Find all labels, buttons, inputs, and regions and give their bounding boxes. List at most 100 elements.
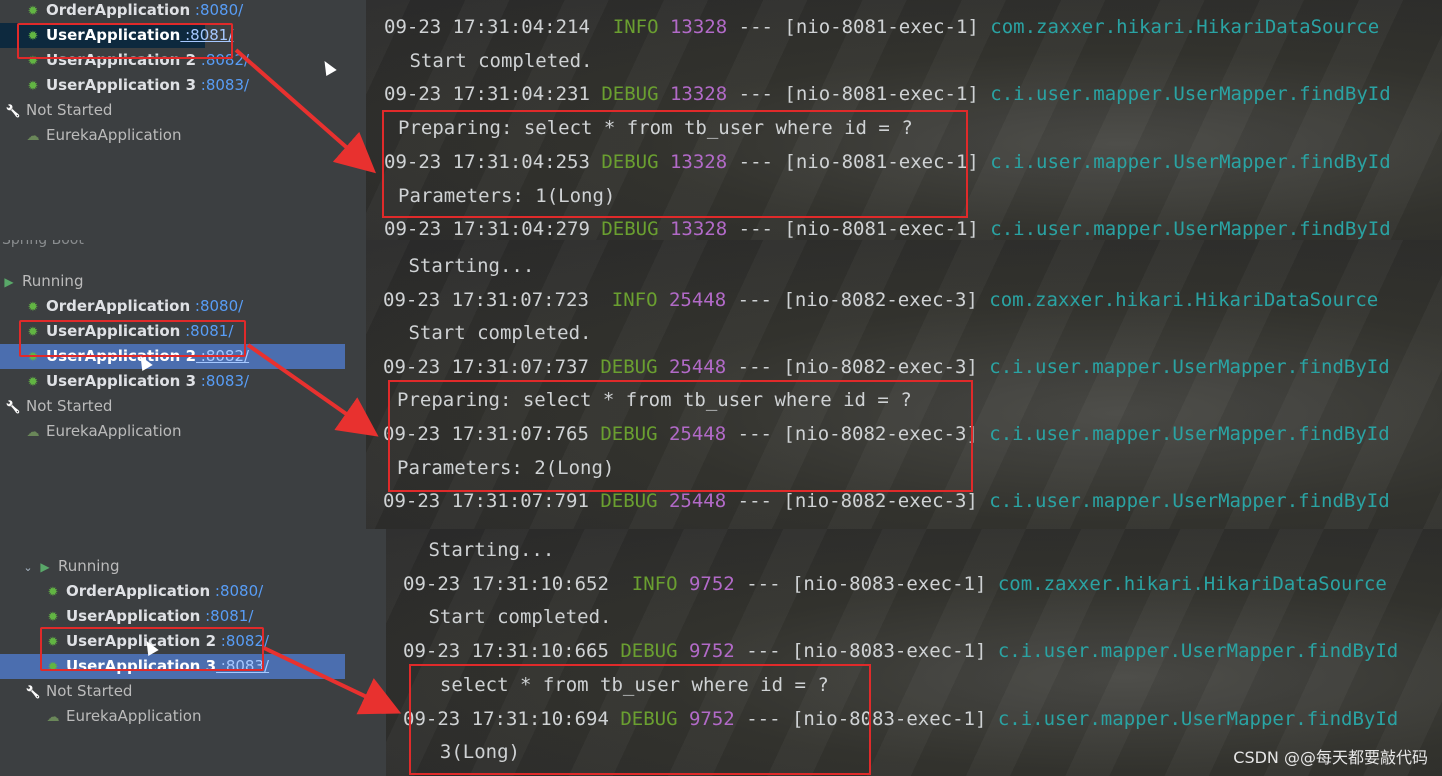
bug-icon: ✹ <box>27 4 39 19</box>
tree-item-orderapplication[interactable]: ✹ OrderApplication :8080/ <box>24 0 244 23</box>
log-logger: c.i.user.mapper.UserMapper.findById <box>978 150 1391 173</box>
log-message: Starting... <box>397 255 535 277</box>
wrench-icon: 🔧 <box>5 400 21 414</box>
tree-selection-highlight <box>17 23 233 59</box>
log-entry: 09-23 17:31:10:652 INFO 9752 --- [nio-80… <box>403 572 1387 596</box>
log-pid: 9752 <box>677 640 735 663</box>
run-icon: ▶ <box>40 560 50 574</box>
tree-item-eurekaapplication[interactable]: ☁ EurekaApplication <box>24 123 182 148</box>
tree-item-orderapplication[interactable]: ✹ OrderApplication :8080/ <box>44 579 264 604</box>
log-thread: [nio-8081-exec-1] <box>784 16 979 38</box>
tree-item-not-started[interactable]: 🔧 Not Started <box>24 679 133 704</box>
log-separator: --- <box>726 288 784 311</box>
log-separator: --- <box>727 16 785 38</box>
port-link[interactable]: :8080/ <box>190 297 243 315</box>
eureka-icon: ☁ <box>46 710 60 725</box>
log-thread: [nio-8082-exec-3] <box>783 288 978 311</box>
log-pid: 13328 <box>658 16 728 38</box>
wrench-icon: 🔧 <box>25 685 41 699</box>
port-link[interactable]: :8081/ <box>200 607 253 625</box>
console-highlight-box <box>388 380 973 492</box>
tree-item-userapplication-3[interactable]: ✹ UserApplication 3 :8083/ <box>24 369 250 394</box>
log-pid: 25448 <box>657 288 727 311</box>
bug-icon: ✹ <box>27 79 39 94</box>
log-entry: 09-23 17:31:04:214 INFO 13328 --- [nio-8… <box>384 15 1379 39</box>
tree-item-userapplication[interactable]: ✹ UserApplication :8081/ <box>44 604 254 629</box>
log-level: INFO <box>589 16 659 38</box>
bug-icon: ✹ <box>27 375 39 390</box>
wrench-icon: 🔧 <box>5 104 21 118</box>
log-timestamp: 09-23 17:31:04:279 <box>384 218 590 241</box>
app-name-label: EurekaApplication <box>46 422 182 440</box>
tree-item-orderapplication[interactable]: ✹ OrderApplication :8080/ <box>24 294 244 319</box>
log-timestamp: 09-23 17:31:07:737 <box>383 355 589 378</box>
log-pid: 13328 <box>658 83 728 106</box>
tree-row-running[interactable]: ▶ Running <box>0 269 83 294</box>
log-pid: 25448 <box>657 355 727 378</box>
log-timestamp: 09-23 17:31:04:214 <box>384 16 590 38</box>
app-name-label: EurekaApplication <box>46 126 182 144</box>
port-link[interactable]: :8080/ <box>210 582 263 600</box>
app-name-label: Not Started <box>26 101 113 119</box>
log-level: DEBUG <box>588 355 658 378</box>
log-separator: --- <box>734 572 792 595</box>
log-level: DEBUG <box>589 218 659 241</box>
app-name-label: UserApplication <box>66 607 201 625</box>
tree-row-running[interactable]: ⌄ ▶ Running <box>20 554 119 579</box>
log-thread: [nio-8082-exec-3] <box>783 355 978 378</box>
log-entry: 09-23 17:31:07:723 INFO 25448 --- [nio-8… <box>383 288 1378 312</box>
app-name-label: UserApplication 3 <box>46 372 197 390</box>
log-thread: [nio-8083-exec-1] <box>791 640 987 663</box>
app-name-label: OrderApplication <box>46 1 191 19</box>
log-logger: com.zaxxer.hikari.HikariDataSource <box>986 572 1387 595</box>
tree-item-eurekaapplication[interactable]: ☁ EurekaApplication <box>24 419 182 444</box>
log-logger: c.i.user.mapper.UserMapper.findById <box>977 423 1390 445</box>
log-entry: 09-23 17:31:04:279 DEBUG 13328 --- [nio-… <box>384 217 1391 241</box>
csdn-watermark: CSDN @@每天都要敲代码 <box>1233 748 1428 767</box>
log-timestamp: 09-23 17:31:07:791 <box>383 490 589 513</box>
bug-icon: ✹ <box>47 585 59 600</box>
port-link[interactable]: :8083/ <box>196 372 249 390</box>
tree-item-userapplication-3[interactable]: ✹ UserApplication 3 :8083/ <box>24 73 250 98</box>
log-entry: 09-23 17:31:07:791 DEBUG 25448 --- [nio-… <box>383 489 1390 513</box>
log-message: Start completed. <box>398 49 593 72</box>
log-logger: c.i.user.mapper.UserMapper.findById <box>986 707 1399 730</box>
log-message: Start completed. <box>397 322 592 345</box>
running-label: Running <box>58 557 120 575</box>
tree-item-eurekaapplication[interactable]: ☁ EurekaApplication <box>44 704 202 729</box>
log-logger: c.i.user.mapper.UserMapper.findById <box>977 490 1390 513</box>
log-level: DEBUG <box>588 490 658 513</box>
bug-icon: ✹ <box>27 300 39 315</box>
console-highlight-box <box>409 664 871 775</box>
eureka-icon: ☁ <box>26 425 40 440</box>
tree-item-not-started[interactable]: 🔧 Not Started <box>4 394 113 419</box>
log-separator: --- <box>726 490 784 513</box>
log-entry: 09-23 17:31:10:665 DEBUG 9752 --- [nio-8… <box>403 639 1398 663</box>
log-level: INFO <box>588 288 658 311</box>
log-pid: 9752 <box>677 572 735 595</box>
log-thread: [nio-8083-exec-1] <box>791 572 987 595</box>
log-logger: c.i.user.mapper.UserMapper.findById <box>978 218 1391 241</box>
app-name-label: Not Started <box>46 682 133 700</box>
log-message: Starting... <box>417 539 555 561</box>
log-thread: [nio-8081-exec-1] <box>784 218 979 241</box>
chevron-down-icon[interactable]: ⌄ <box>20 555 36 580</box>
log-timestamp: 09-23 17:31:07:723 <box>383 288 589 311</box>
log-logger: c.i.user.mapper.UserMapper.findById <box>977 355 1390 378</box>
log-level: DEBUG <box>589 83 659 106</box>
port-link[interactable]: :8080/ <box>190 1 243 19</box>
log-timestamp: 09-23 17:31:04:231 <box>384 83 590 106</box>
log-pid: 25448 <box>657 490 727 513</box>
tree-selection-highlight <box>19 320 246 357</box>
running-label: Running <box>22 272 84 290</box>
tree-item-not-started[interactable]: 🔧 Not Started <box>4 98 113 123</box>
log-separator: --- <box>727 83 785 106</box>
app-name-label: EurekaApplication <box>66 707 202 725</box>
log-logger: com.zaxxer.hikari.HikariDataSource <box>977 288 1379 311</box>
run-icon: ▶ <box>4 275 14 289</box>
log-logger: com.zaxxer.hikari.HikariDataSource <box>978 16 1380 38</box>
port-link[interactable]: :8083/ <box>196 76 249 94</box>
log-timestamp: 09-23 17:31:10:665 <box>403 640 609 663</box>
log-logger: c.i.user.mapper.UserMapper.findById <box>986 640 1399 663</box>
console-highlight-box <box>382 110 968 218</box>
